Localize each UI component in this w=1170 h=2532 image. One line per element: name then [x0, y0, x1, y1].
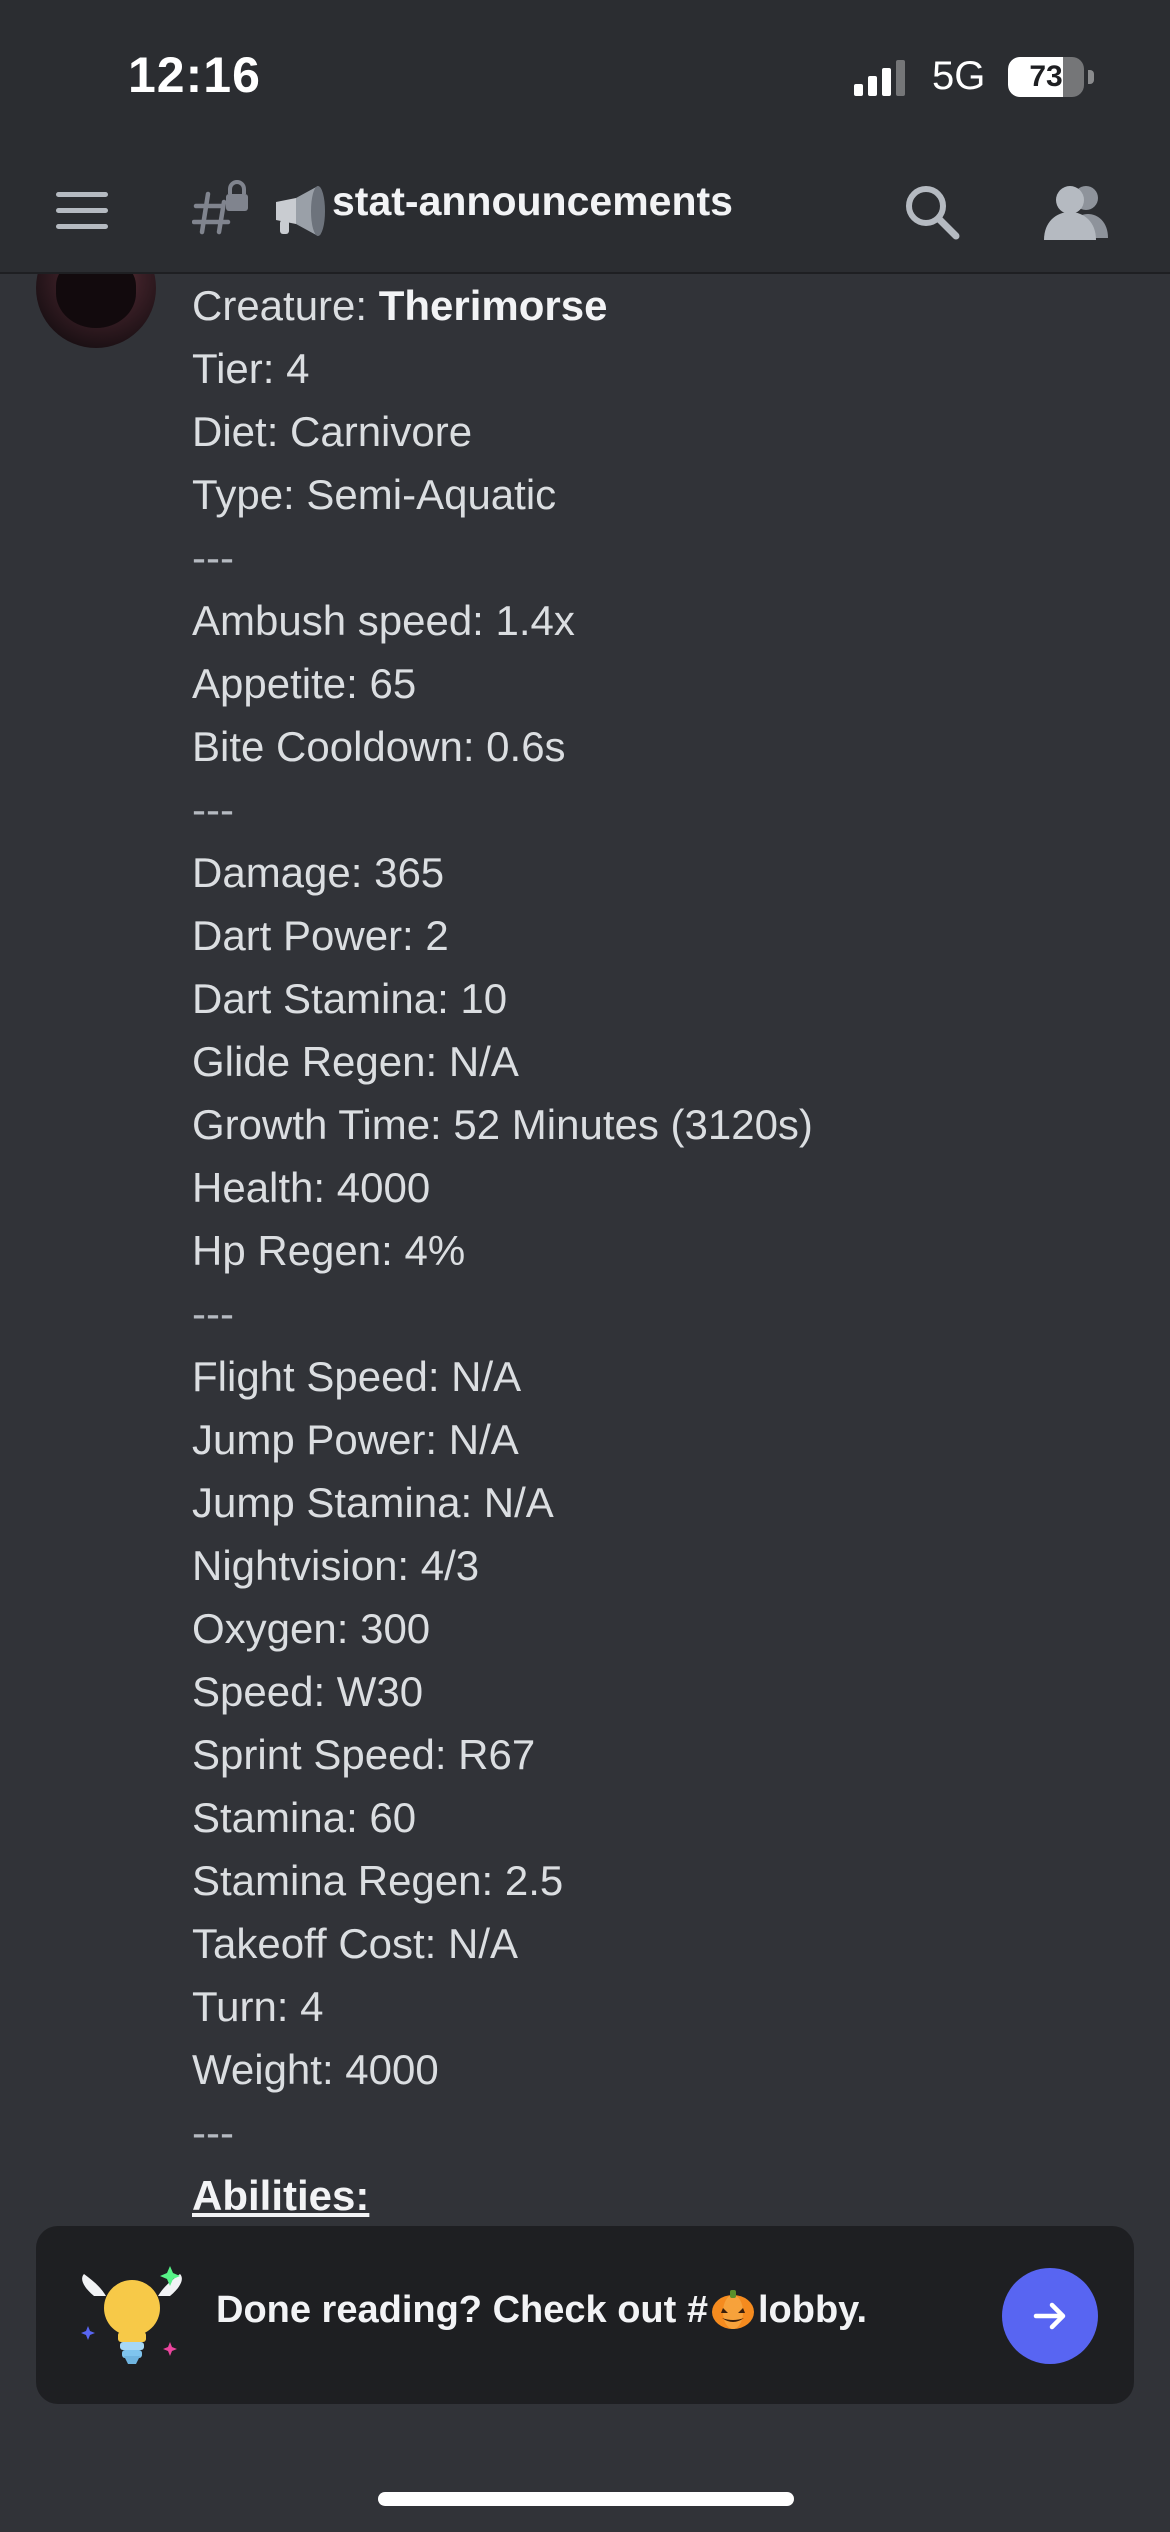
stat-line: Sprint Speed: R67 [192, 1731, 536, 1778]
status-bar: 12:16 5G 73 [0, 0, 1170, 150]
done-text-before: Done reading? Check out # [216, 2289, 708, 2331]
stat-line: Stamina Regen: 2.5 [192, 1857, 564, 1904]
stat-line: Takeoff Cost: N/A [192, 1920, 519, 1967]
go-to-channel-button[interactable] [1002, 2268, 1098, 2364]
separator-line: --- [192, 786, 234, 833]
status-time: 12:16 [128, 47, 261, 103]
stat-line: Nightvision: 4/3 [192, 1542, 480, 1589]
stat-line: Turn: 4 [192, 1983, 324, 2030]
creature-label: Creature: [192, 282, 379, 329]
stat-line: Health: 4000 [192, 1164, 431, 1211]
stat-line: Jump Stamina: N/A [192, 1479, 554, 1526]
stat-line: Speed: W30 [192, 1668, 424, 1715]
hamburger-menu-icon[interactable] [52, 186, 112, 238]
channel-name[interactable]: stat-announcements [332, 178, 733, 225]
done-reading-text: Done reading? Check out # lobby. [216, 2286, 867, 2332]
members-icon[interactable] [1040, 180, 1112, 244]
stat-line: Glide Regen: N/A [192, 1038, 519, 1085]
stat-line: Ambush speed: 1.4x [192, 597, 575, 644]
creature-name: Therimorse [378, 282, 608, 329]
stat-line: Dart Power: 2 [192, 912, 449, 959]
separator-line: --- [192, 1290, 234, 1337]
locked-hash-icon [192, 180, 248, 235]
abilities-heading: Abilities: [192, 2164, 1132, 2227]
stat-line: Type: Semi-Aquatic [192, 471, 557, 518]
abilities-label: Abilities: [192, 2172, 370, 2219]
stat-line: Diet: Carnivore [192, 408, 473, 455]
stat-line: Stamina: 60 [192, 1794, 417, 1841]
avatar[interactable] [36, 274, 156, 348]
stat-line: Hp Regen: 4% [192, 1227, 466, 1274]
stat-line: Weight: 4000 [192, 2046, 439, 2093]
stat-line: Flight Speed: N/A [192, 1353, 522, 1400]
arrow-right-icon [1033, 2302, 1066, 2330]
stat-line: Damage: 365 [192, 849, 445, 896]
battery-icon: 73 [1008, 57, 1094, 97]
network-label: 5G [932, 54, 986, 98]
stat-line: Tier: 4 [192, 345, 310, 392]
stat-line: Jump Power: N/A [192, 1416, 519, 1463]
battery-percent: 73 [1029, 60, 1063, 93]
stat-line: Appetite: 65 [192, 660, 417, 707]
pumpkin-icon [711, 2290, 754, 2329]
search-icon[interactable] [900, 180, 964, 244]
separator-line: --- [192, 534, 234, 581]
signal-icon [854, 60, 905, 96]
stat-line: Growth Time: 52 Minutes (3120s) [192, 1101, 813, 1148]
stat-line: Dart Stamina: 10 [192, 975, 508, 1022]
done-reading-banner[interactable]: Done reading? Check out # lobby. [36, 2226, 1134, 2404]
stat-line: Oxygen: 300 [192, 1605, 431, 1652]
stat-line: Bite Cooldown: 0.6s [192, 723, 566, 770]
message-content: Creature: Therimorse Tier: 4 Diet: Carnivo… [192, 274, 1132, 2227]
creature-line: Creature: Therimorse [192, 274, 1132, 337]
separator-line: --- [192, 2109, 234, 2156]
lightbulb-icon [81, 2266, 182, 2364]
home-indicator[interactable] [378, 2492, 794, 2506]
megaphone-icon [276, 186, 325, 236]
done-text-after[interactable]: lobby. [758, 2289, 867, 2331]
message-list[interactable]: Creature: Therimorse Tier: 4 Diet: Carnivo… [0, 274, 1170, 2532]
